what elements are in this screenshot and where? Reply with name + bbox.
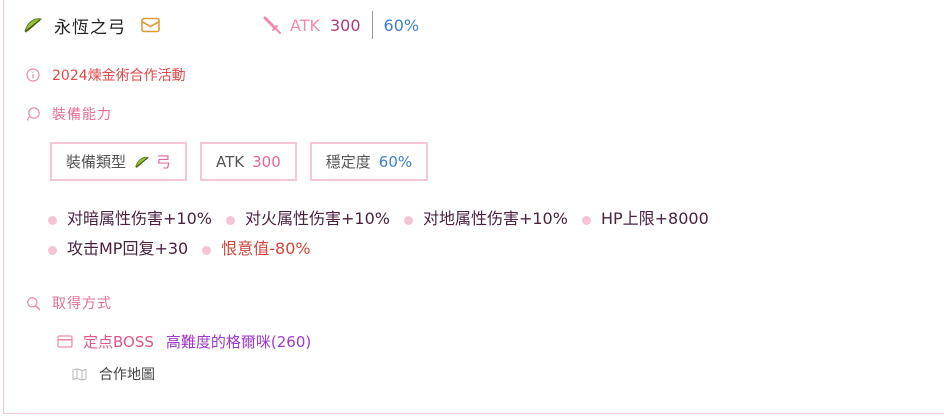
- list-item: HP上限+8000: [581, 205, 709, 229]
- list-item: 对地属性伤害+10%: [403, 205, 568, 229]
- bullet-icon: [581, 215, 591, 225]
- event-row: 2024煉金術合作活動: [25, 65, 186, 85]
- obtain-title: 取得方式: [52, 296, 112, 312]
- stability-value: 60%: [383, 15, 420, 35]
- stat-chips: 裝備類型 弓 ATK 300 穩定度 60%: [50, 142, 441, 181]
- abilities-line: 攻击MP回复+30 恨意值-80%: [48, 232, 908, 262]
- list-item: 恨意值-80%: [202, 235, 311, 259]
- list-item: 对暗属性伤害+10%: [48, 205, 212, 229]
- mail-tag-icon[interactable]: [140, 15, 160, 35]
- bullet-icon: [225, 215, 235, 225]
- item-header: 永恆之弓: [22, 12, 160, 38]
- atk-label: ATK: [290, 15, 320, 35]
- stability-chip-value: 60%: [378, 152, 413, 171]
- bullet-icon: [403, 215, 413, 225]
- info-icon: [25, 67, 41, 83]
- event-link[interactable]: 2024煉金術合作活動: [52, 65, 186, 85]
- list-item: 对火属性伤害+10%: [225, 205, 390, 229]
- bullet-icon: [202, 245, 212, 255]
- search-icon: [25, 295, 41, 311]
- map-name: 合作地圖: [99, 367, 155, 383]
- card-icon: [57, 334, 73, 348]
- map-row[interactable]: 合作地圖: [72, 363, 155, 385]
- sword-icon: [262, 15, 282, 35]
- bullet-icon: [48, 245, 57, 255]
- bow-icon: [22, 14, 44, 36]
- atk-chip-label: ATK: [216, 152, 245, 171]
- ability-text: 攻击MP回复+30: [67, 239, 189, 258]
- ability-text: 对火属性伤害+10%: [244, 209, 390, 228]
- source-row[interactable]: 定点BOSS 高難度的格爾咪(260): [57, 330, 311, 352]
- ability-text: 对地属性伤害+10%: [422, 209, 568, 228]
- bow-icon: [134, 155, 150, 169]
- bullet-icon: [48, 215, 57, 225]
- map-icon: [72, 367, 87, 381]
- header-stats: ATK 300 60%: [262, 11, 420, 39]
- stability-chip-label: 穩定度: [325, 153, 371, 171]
- equip-type-label: 裝備類型: [66, 153, 127, 171]
- abilities-list: 对暗属性伤害+10% 对火属性伤害+10% 对地属性伤害+10% HP上限+80…: [48, 202, 908, 262]
- boss-link[interactable]: 高難度的格爾咪(260): [166, 331, 311, 352]
- stat-divider: [371, 11, 373, 39]
- ability-text: 对暗属性伤害+10%: [67, 209, 212, 228]
- stability-chip: 穩定度 60%: [309, 142, 429, 181]
- source-type: 定点BOSS: [83, 332, 154, 351]
- ability-text: 恨意值-80%: [221, 239, 311, 258]
- obtain-section-header: 取得方式: [25, 293, 112, 313]
- list-item: 攻击MP回复+30: [48, 235, 188, 259]
- abilities-line: 对暗属性伤害+10% 对火属性伤害+10% 对地属性伤害+10% HP上限+80…: [48, 202, 908, 232]
- atk-chip-value: 300: [252, 152, 281, 171]
- equip-type-value: 弓: [156, 153, 172, 171]
- equip-type-chip: 裝備類型 弓: [50, 142, 188, 181]
- atk-value: 300: [329, 15, 361, 35]
- abilities-section-header: 裝備能力: [25, 104, 112, 124]
- abilities-title: 裝備能力: [52, 107, 112, 123]
- item-name: 永恆之弓: [54, 17, 126, 38]
- atk-chip: ATK 300: [200, 142, 297, 181]
- ability-icon: [25, 106, 41, 122]
- ability-text: HP上限+8000: [600, 209, 709, 228]
